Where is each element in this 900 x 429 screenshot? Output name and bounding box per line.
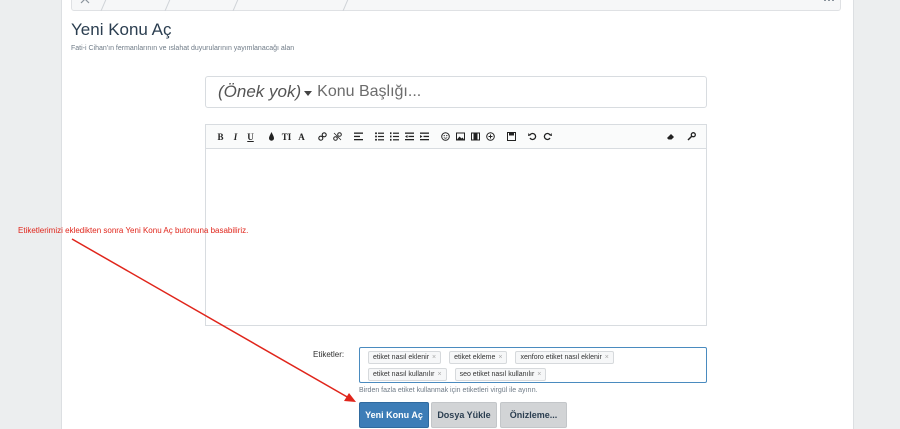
breadcrumb-separator-icon	[232, 0, 239, 11]
save-draft-icon[interactable]	[505, 130, 518, 143]
thread-title-input[interactable]: (Önek yok) Konu Başlığı...	[205, 76, 707, 108]
breadcrumb	[71, 0, 841, 11]
message-editor[interactable]: B I U TI A	[205, 124, 707, 326]
tag-text: etiket ekleme	[454, 354, 496, 361]
close-icon[interactable]: ×	[605, 354, 609, 361]
tag-row: etiket nasıl eklenir × etiket ekleme × xen…	[363, 350, 703, 365]
tag-chip[interactable]: xenforo etiket nasıl eklenir ×	[515, 351, 614, 364]
smiley-icon[interactable]	[439, 130, 452, 143]
annotation-text: Etiketlerimizi ekledikten sonra Yeni Kon…	[18, 226, 249, 235]
tag-text: etiket nasıl eklenir	[373, 354, 430, 361]
page-description: Fati-i Cihan'ın fermanlarının ve ıslahat…	[71, 45, 295, 52]
underline-icon[interactable]: U	[244, 130, 257, 143]
close-icon[interactable]: ×	[437, 371, 441, 378]
tag-row: etiket nasıl kullanılır × seo etiket nası…	[363, 367, 703, 382]
image-icon[interactable]	[454, 130, 467, 143]
page-title: Yeni Konu Aç	[71, 20, 172, 39]
outdent-icon[interactable]	[403, 130, 416, 143]
editor-toolbar: B I U TI A	[206, 125, 706, 149]
editor-body[interactable]	[206, 149, 706, 326]
font-family-icon[interactable]: A	[295, 130, 308, 143]
upload-file-button[interactable]: Dosya Yükle	[431, 402, 497, 428]
toggle-bbcode-icon[interactable]	[685, 130, 698, 143]
tag-text: xenforo etiket nasıl eklenir	[520, 354, 602, 361]
title-placeholder: Konu Başlığı...	[317, 83, 422, 100]
bullet-list-icon[interactable]	[373, 130, 386, 143]
close-icon[interactable]: ×	[432, 354, 436, 361]
unlink-icon[interactable]	[331, 130, 344, 143]
prefix-selector[interactable]: (Önek yok)	[218, 82, 301, 102]
tag-text: seo etiket nasıl kullanılır	[459, 371, 535, 378]
chevron-down-icon[interactable]	[304, 90, 313, 96]
breadcrumb-separator-icon	[100, 0, 107, 11]
tags-input[interactable]: etiket nasıl eklenir × etiket ekleme × xen…	[359, 347, 707, 383]
italic-icon[interactable]: I	[229, 130, 242, 143]
align-icon[interactable]	[352, 130, 365, 143]
tags-hint: Birden fazla etiket kullanmak için etike…	[359, 387, 538, 394]
number-list-icon[interactable]	[388, 130, 401, 143]
tag-text: etiket nasıl kullanılır	[373, 371, 435, 378]
font-size-icon[interactable]: TI	[280, 130, 293, 143]
close-icon[interactable]: ×	[498, 354, 502, 361]
link-icon[interactable]	[316, 130, 329, 143]
close-icon[interactable]: ×	[537, 371, 541, 378]
indent-icon[interactable]	[418, 130, 431, 143]
insert-icon[interactable]	[484, 130, 497, 143]
redo-icon[interactable]	[541, 130, 554, 143]
media-icon[interactable]	[469, 130, 482, 143]
home-icon[interactable]	[80, 0, 90, 4]
create-thread-button[interactable]: Yeni Konu Aç	[359, 402, 429, 428]
tag-chip[interactable]: seo etiket nasıl kullanılır ×	[454, 368, 547, 381]
tag-chip[interactable]: etiket nasıl eklenir ×	[368, 351, 442, 364]
preview-button[interactable]: Önizleme...	[500, 402, 567, 428]
undo-icon[interactable]	[526, 130, 539, 143]
breadcrumb-separator-icon	[164, 0, 171, 11]
breadcrumb-separator-icon	[342, 0, 349, 11]
grid-icon[interactable]	[824, 0, 834, 4]
text-color-icon[interactable]	[265, 130, 278, 143]
bold-icon[interactable]: B	[214, 130, 227, 143]
remove-format-icon[interactable]	[664, 130, 677, 143]
tags-label: Etiketler:	[313, 350, 345, 359]
tag-chip[interactable]: etiket nasıl kullanılır ×	[368, 368, 447, 381]
tag-chip[interactable]: etiket ekleme ×	[449, 351, 508, 364]
